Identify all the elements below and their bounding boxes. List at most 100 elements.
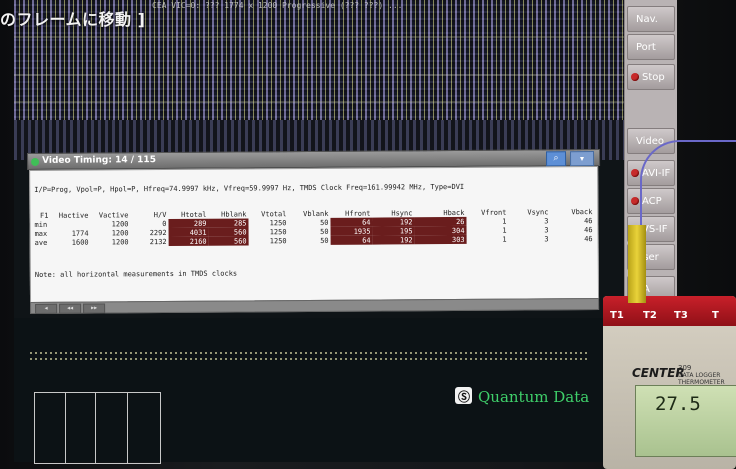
menu-button-label: Nav. bbox=[636, 13, 658, 25]
indicator-dot-icon bbox=[631, 73, 639, 81]
dotted-line bbox=[30, 352, 590, 354]
video-timing-dialog: Video Timing: 14 / 115 ⌕ ▾ I/P=Prog, Vpo… bbox=[27, 148, 601, 314]
meter-brand: CENTER bbox=[632, 366, 685, 380]
column-header: Hsync bbox=[391, 208, 413, 217]
column-header: Hblank bbox=[221, 209, 247, 219]
thermocouple-probe bbox=[628, 225, 646, 303]
chevron-down-icon[interactable]: ▾ bbox=[570, 151, 595, 167]
menu-button-label: Port bbox=[636, 41, 656, 53]
table-cell: 1600 bbox=[71, 238, 89, 247]
dialog-title: Video Timing: 14 / 115 bbox=[42, 155, 156, 166]
table-cell: 50 bbox=[320, 236, 329, 245]
timing-summary: I/P=Prog, Vpol=P, Hpol=P, Hfreq=74.9997 … bbox=[34, 182, 465, 194]
column-header: F1 bbox=[39, 211, 49, 220]
table-cell: 64 bbox=[330, 235, 373, 245]
table-cell: 2292 bbox=[149, 228, 167, 237]
quantum-data-logo-glyph: Ⓢ bbox=[458, 390, 471, 404]
channel-label: T2 bbox=[643, 310, 657, 321]
search-icon[interactable]: ⌕ bbox=[546, 151, 567, 167]
table-cell: 46 bbox=[584, 234, 593, 243]
menu-stop-button[interactable]: Stop bbox=[627, 64, 675, 90]
table-cell: 1 bbox=[502, 217, 507, 226]
table-cell: 3 bbox=[544, 225, 549, 234]
column-header: Hactive bbox=[58, 211, 89, 220]
meter-subtitle: DATA LOGGER THERMOMETER bbox=[678, 372, 725, 386]
table-cell bbox=[50, 220, 90, 229]
quantum-data-brand: Quantum Data bbox=[478, 388, 590, 406]
table-cell: 1250 bbox=[269, 236, 287, 245]
table-cell: 1200 bbox=[111, 219, 129, 228]
column-header: Hfront bbox=[345, 209, 371, 218]
column-header: H/V bbox=[153, 210, 167, 219]
frame-nav-title: のフレームに移動 ] bbox=[0, 10, 146, 29]
table-cell: 0 bbox=[162, 219, 167, 228]
meter-model: 309 bbox=[678, 364, 692, 372]
status-dot-icon bbox=[31, 157, 40, 166]
scanline bbox=[14, 36, 626, 38]
footer-nav-button[interactable]: ▸▸ bbox=[83, 303, 106, 314]
menu-port-button[interactable]: Port bbox=[627, 34, 675, 60]
table-cell: 46 bbox=[584, 216, 593, 225]
channel-label: T bbox=[712, 310, 719, 321]
table-cell: 2132 bbox=[149, 237, 167, 246]
table-cell: 1 bbox=[502, 226, 507, 235]
table-cell: 1200 bbox=[111, 237, 129, 246]
indicator-dot-icon bbox=[631, 169, 639, 177]
table-cell: 303 bbox=[414, 234, 467, 245]
column-header: Vsync bbox=[527, 207, 549, 217]
column-header: Hback bbox=[443, 208, 465, 217]
table-cell: 50 bbox=[320, 218, 329, 227]
table-cell: 560 bbox=[208, 236, 249, 246]
scanline bbox=[14, 101, 626, 103]
indicator-dot-icon bbox=[631, 137, 633, 145]
column-header: Vback bbox=[571, 207, 593, 216]
table-cell: 192 bbox=[372, 235, 415, 245]
table-cell: 4031 bbox=[168, 227, 209, 238]
table-cell: 2160 bbox=[168, 236, 209, 247]
column-header: Htotal bbox=[181, 210, 207, 219]
table-cell: 1250 bbox=[269, 227, 287, 236]
indicator-dot-icon bbox=[631, 43, 633, 51]
menu-nav--button[interactable]: Nav. bbox=[627, 6, 675, 32]
row-label: max bbox=[34, 229, 48, 238]
footer-nav-button[interactable]: ◂◂ bbox=[59, 303, 82, 314]
scanline bbox=[14, 74, 626, 76]
table-cell: 192 bbox=[372, 217, 415, 227]
table-cell: 1200 bbox=[111, 228, 129, 237]
column-header: Vactive bbox=[98, 210, 129, 219]
measurement-note: Note: all horizontal measurements in TMD… bbox=[34, 269, 238, 279]
table-cell: 285 bbox=[208, 218, 249, 228]
table-cell: 50 bbox=[320, 227, 329, 236]
table-cell: 195 bbox=[372, 226, 415, 236]
menu-button-label: Stop bbox=[642, 71, 665, 83]
timing-table: F1 Hactive Vactive H/V Htotal Hblank Vtotal Vbl… bbox=[32, 207, 594, 247]
table-cell: 289 bbox=[168, 218, 209, 229]
channel-label: T1 bbox=[610, 310, 624, 321]
probe-cable bbox=[640, 140, 736, 232]
column-header: Vfront bbox=[481, 208, 507, 217]
table-cell: 46 bbox=[584, 225, 593, 234]
table-cell: 1 bbox=[502, 235, 507, 244]
grid-box bbox=[34, 392, 161, 464]
table-cell: 1935 bbox=[330, 226, 373, 236]
table-cell: 64 bbox=[330, 217, 373, 227]
table-cell: 560 bbox=[208, 227, 249, 237]
footer-nav-button[interactable]: ◂ bbox=[35, 303, 58, 314]
table-cell: 304 bbox=[414, 225, 467, 236]
dialog-body: I/P=Prog, Vpol=P, Hpol=P, Hfreq=74.9997 … bbox=[29, 166, 600, 303]
meter-reading: 27.5 bbox=[655, 393, 701, 415]
table-cell: 3 bbox=[544, 234, 549, 243]
table-cell: 3 bbox=[544, 216, 549, 225]
table-cell: 26 bbox=[414, 216, 467, 227]
video-format-info: CEA VIC=0: ??? 1774 x 1200 Progressive (… bbox=[152, 1, 403, 10]
channel-label: T3 bbox=[674, 310, 688, 321]
indicator-dot-icon bbox=[631, 197, 639, 205]
row-label: min bbox=[34, 220, 48, 229]
table-cell: 1250 bbox=[269, 218, 287, 227]
indicator-dot-icon bbox=[631, 15, 633, 23]
dotted-line bbox=[30, 358, 590, 360]
column-header: Vtotal bbox=[261, 209, 287, 218]
column-header: Vblank bbox=[303, 209, 329, 218]
row-label: ave bbox=[34, 238, 48, 247]
table-cell: 1774 bbox=[71, 229, 89, 238]
